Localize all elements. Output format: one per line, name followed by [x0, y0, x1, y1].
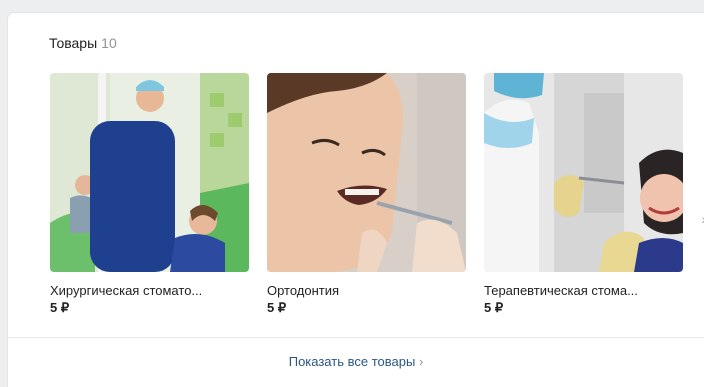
product-name[interactable]: Хирургическая стомато...: [50, 283, 246, 298]
product-card-therapy[interactable]: Терапевтическая стома... 5 ₽: [484, 73, 683, 316]
products-count: 10: [101, 35, 117, 51]
show-all-label: Показать все товары: [288, 354, 416, 369]
product-image-orthodontics[interactable]: [267, 73, 466, 272]
product-name[interactable]: Ортодонтия: [267, 283, 463, 298]
product-image-surgery[interactable]: [50, 73, 249, 272]
product-image-therapy[interactable]: [484, 73, 683, 272]
chevron-right-icon: ›: [418, 354, 424, 369]
product-card-orthodontics[interactable]: Ортодонтия 5 ₽: [267, 73, 466, 316]
product-card-surgery[interactable]: Хирургическая стомато... 5 ₽: [50, 73, 249, 316]
product-price: 5 ₽: [484, 300, 504, 315]
divider: [8, 337, 704, 338]
widget-title: Товары: [49, 35, 98, 51]
show-all-products-link[interactable]: Показать все товары ›: [8, 354, 704, 369]
product-name[interactable]: Терапевтическая стома...: [484, 283, 680, 298]
widget-header[interactable]: Товары 10: [49, 35, 117, 51]
products-widget: Товары 10 Хирургическая стомато... 5 ₽ О…: [8, 13, 704, 387]
product-price: 5 ₽: [50, 300, 70, 315]
product-price: 5 ₽: [267, 300, 287, 315]
